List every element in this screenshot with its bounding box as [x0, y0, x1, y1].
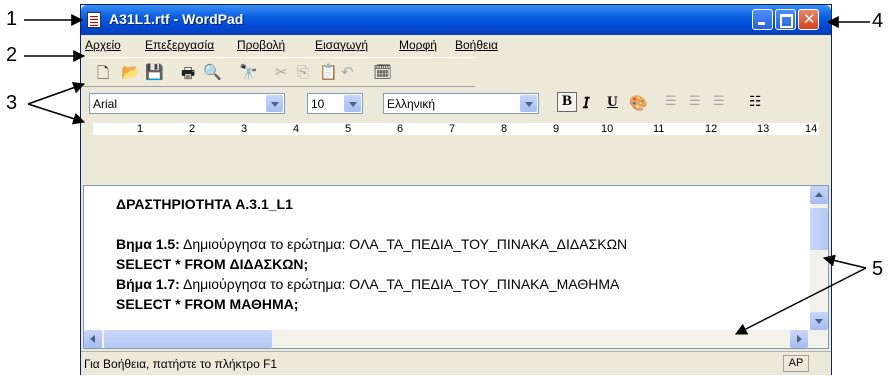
cut-icon[interactable]: ✂ [275, 63, 288, 81]
format-toolbar: Arial 10 Ελληνική B 𝘐 U 🎨 ☰ ☰ ☰ ☷ [83, 89, 829, 117]
script-select[interactable]: Ελληνική [383, 93, 539, 114]
title-bar[interactable]: A31L1.rtf - WordPad ✕ [81, 5, 831, 35]
ruler-mark: 12 [705, 123, 718, 135]
paste-icon[interactable]: 📋 [319, 63, 338, 81]
undo-icon[interactable]: ↶ [341, 63, 354, 81]
ruler-mark: 8 [501, 123, 508, 135]
callout-3-arrow-b [27, 103, 86, 125]
menu-view[interactable]: Προβολή [237, 38, 285, 52]
chevron-down-icon[interactable] [520, 95, 537, 112]
scroll-up-icon[interactable] [810, 186, 828, 204]
chevron-down-icon[interactable] [344, 95, 361, 112]
caps-indicator: AP [783, 355, 809, 372]
bold-button[interactable]: B [557, 92, 577, 112]
align-center-icon[interactable]: ☰ [689, 94, 701, 109]
copy-icon[interactable]: ⎘ [297, 63, 309, 81]
ruler-mark: 4 [293, 123, 300, 135]
maximize-button[interactable] [775, 9, 796, 30]
close-button[interactable]: ✕ [798, 9, 819, 30]
ruler-mark: 11 [653, 123, 665, 135]
horizontal-scrollbar[interactable] [84, 330, 810, 348]
scroll-left-icon[interactable] [84, 330, 102, 348]
callout-3-arrow-a [27, 81, 86, 105]
ruler-mark: 10 [601, 123, 614, 135]
vertical-scrollbar[interactable] [810, 186, 828, 348]
document-line: SELECT * FROM ΜΑΘΗΜΑ; [116, 296, 299, 312]
find-icon[interactable]: 🔭 [239, 63, 258, 81]
document-heading: ΔΡΑΣΤΗΡΙΟΤΗΤΑ Α.3.1_L1 [116, 196, 293, 212]
document-line: Βημα 1.5: Δημιούργησα το ερώτημα: ΟΛΑ_ΤΑ… [116, 236, 628, 252]
wordpad-window: A31L1.rtf - WordPad ✕ Αρχείο Επεξεργασία… [80, 4, 832, 375]
minimize-button[interactable] [752, 9, 773, 30]
callout-3: 3 [6, 92, 18, 114]
menu-help[interactable]: Βοήθεια [455, 38, 498, 52]
underline-button[interactable]: U [607, 94, 618, 111]
close-icon: ✕ [803, 10, 816, 28]
ruler-mark: 6 [397, 123, 404, 135]
font-size-value: 10 [311, 97, 325, 111]
font-value: Arial [93, 97, 118, 111]
color-icon[interactable]: 🎨 [629, 94, 648, 112]
italic-button[interactable]: 𝘐 [583, 94, 590, 113]
wordpad-app-icon[interactable] [87, 12, 101, 28]
bullets-icon[interactable]: ☷ [749, 94, 762, 110]
menu-format[interactable]: Μορφή [399, 38, 437, 52]
print-icon[interactable]: 🖶 [181, 63, 195, 88]
scroll-down-icon[interactable] [810, 312, 828, 330]
font-select[interactable]: Arial [89, 93, 285, 114]
callout-4: 4 [872, 10, 884, 32]
menu-bar: Αρχείο Επεξεργασία Προβολή Εισαγωγή Μορφ… [81, 35, 831, 55]
callout-1: 1 [6, 8, 18, 30]
window-title: A31L1.rtf - WordPad [109, 11, 244, 27]
ruler-mark: 1 [137, 123, 144, 135]
ruler[interactable]: 1 2 3 4 5 6 7 8 9 10 11 12 13 14 [83, 119, 829, 139]
ruler-mark: 2 [189, 123, 196, 135]
print-preview-icon[interactable]: 🔍 [203, 63, 222, 81]
ruler-mark: 5 [345, 123, 352, 135]
horizontal-scroll-thumb[interactable] [104, 330, 272, 348]
ruler-mark: 9 [553, 123, 560, 135]
chevron-down-icon[interactable] [266, 95, 283, 112]
callout-5: 5 [872, 258, 884, 280]
new-icon[interactable]: 🗋 [97, 63, 109, 88]
standard-toolbar: 🗋 📂 💾 🖶 🔍 🔭 ✂ ⎘ 📋 ↶ 🗓 [83, 57, 475, 87]
status-bar: Για Βοήθεια, πατήστε το πλήκτρο F1 AP [81, 351, 831, 375]
script-value: Ελληνική [387, 97, 436, 111]
document-line: SELECT * FROM ΔΙΔΑΣΚΩΝ; [116, 256, 309, 272]
align-right-icon[interactable]: ☰ [713, 94, 725, 109]
callout-2: 2 [6, 44, 18, 66]
menu-file[interactable]: Αρχείο [85, 38, 121, 52]
align-left-icon[interactable]: ☰ [665, 94, 677, 109]
document-line: Βήμα 1.7: Δημιούργησα το ερώτημα: ΟΛΑ_ΤΑ… [116, 276, 620, 292]
menu-edit[interactable]: Επεξεργασία [145, 38, 214, 52]
status-message: Για Βοήθεια, πατήστε το πλήκτρο F1 [84, 357, 278, 371]
scroll-right-icon[interactable] [790, 330, 808, 348]
date-time-icon[interactable]: 🗓 [373, 63, 392, 81]
ruler-mark: 3 [241, 123, 248, 135]
ruler-mark: 14 [805, 123, 818, 135]
open-icon[interactable]: 📂 [121, 63, 140, 81]
document-editor[interactable]: ΔΡΑΣΤΗΡΙΟΤΗΤΑ Α.3.1_L1 Βημα 1.5: Δημιούρ… [83, 185, 829, 349]
ruler-mark: 7 [449, 123, 456, 135]
ruler-mark: 13 [757, 123, 770, 135]
menu-insert[interactable]: Εισαγωγή [315, 38, 368, 52]
save-icon[interactable]: 💾 [145, 63, 164, 81]
font-size-select[interactable]: 10 [307, 93, 363, 114]
vertical-scroll-thumb[interactable] [810, 208, 828, 250]
